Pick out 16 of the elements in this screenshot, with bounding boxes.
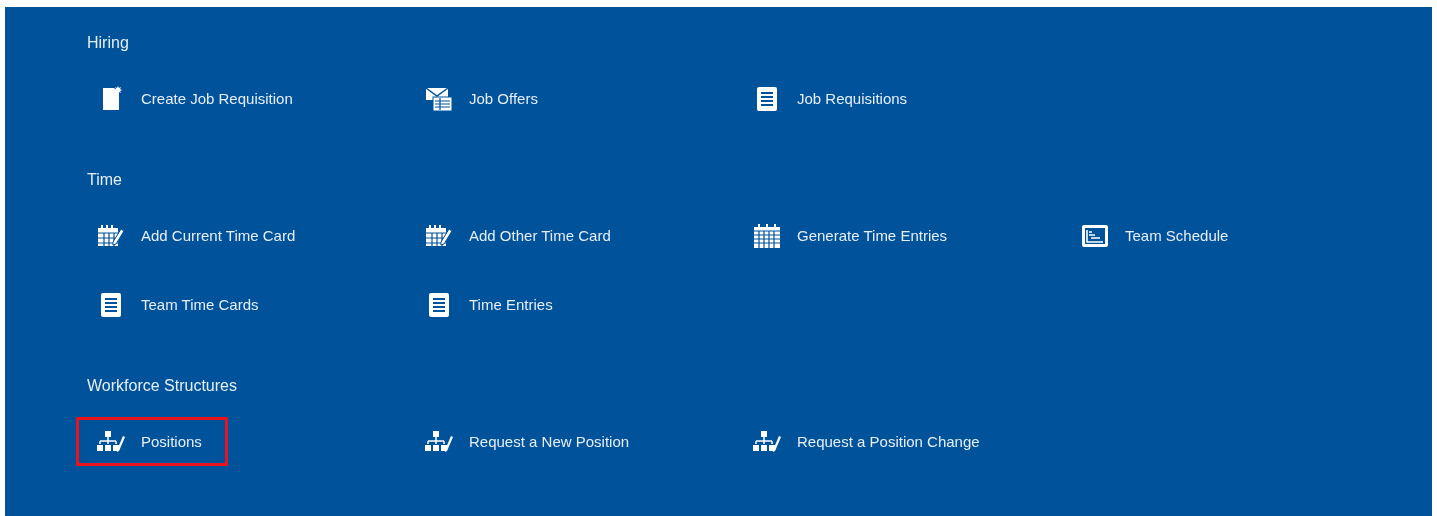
section-title: Time	[87, 170, 123, 190]
task-link[interactable]: Generate Time Entries	[732, 211, 974, 260]
task-link[interactable]: Request a New Position	[404, 417, 656, 466]
task-link[interactable]: Job Requisitions	[732, 74, 934, 123]
task-link[interactable]: Team Time Cards	[76, 280, 285, 329]
section-title: Workforce Structures	[87, 376, 238, 396]
task-link[interactable]: Request a Position Change	[732, 417, 1006, 466]
task-link[interactable]: Positions	[76, 417, 228, 466]
task-link[interactable]: Create Job Requisition	[76, 74, 319, 123]
task-link[interactable]: Add Other Time Card	[404, 211, 637, 260]
task-link[interactable]: Time Entries	[404, 280, 579, 329]
section-title: Hiring	[87, 33, 130, 53]
task-link[interactable]: Team Schedule	[1060, 211, 1255, 260]
task-link[interactable]: Add Current Time Card	[76, 211, 322, 260]
task-link[interactable]: Job Offers	[404, 74, 564, 123]
calendar-icon	[753, 221, 781, 250]
